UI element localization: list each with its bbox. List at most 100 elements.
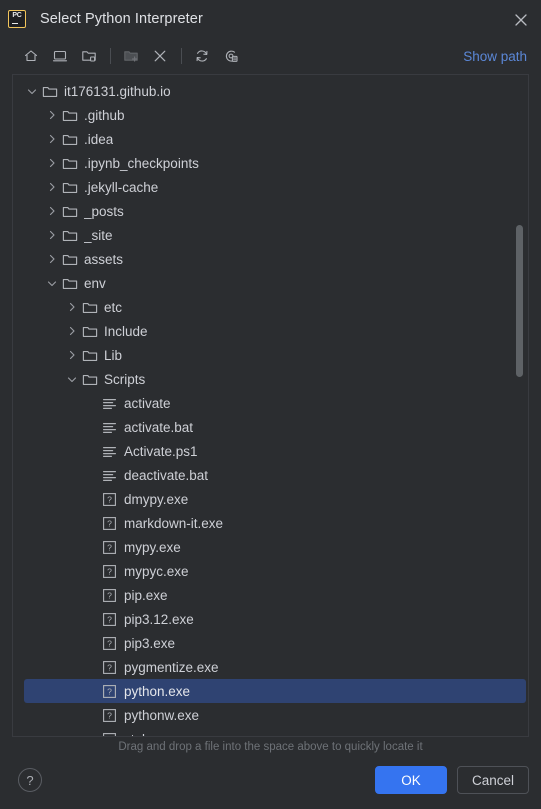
- help-button[interactable]: ?: [18, 768, 42, 792]
- chevron-right-icon[interactable]: [44, 107, 60, 123]
- svg-text:?: ?: [107, 518, 112, 528]
- tree-row[interactable]: activate: [13, 391, 528, 415]
- tree-row[interactable]: assets: [13, 247, 528, 271]
- unknown-file-icon: ?: [101, 635, 118, 651]
- tree-row[interactable]: Include: [13, 319, 528, 343]
- tree-row[interactable]: ? markdown-it.exe: [13, 511, 528, 535]
- select-interpreter-dialog: PC Select Python Interpreter Show path i…: [0, 0, 541, 809]
- tree-row[interactable]: etc: [13, 295, 528, 319]
- folder-icon: [61, 107, 78, 123]
- dialog-title: Select Python Interpreter: [40, 11, 203, 27]
- tree-row[interactable]: ? pythonw.exe: [13, 703, 528, 727]
- tree-row[interactable]: Activate.ps1: [13, 439, 528, 463]
- chevron-right-icon[interactable]: [44, 131, 60, 147]
- tree-row[interactable]: Scripts: [13, 367, 528, 391]
- tree-row[interactable]: ? mypy.exe: [13, 535, 528, 559]
- unknown-file-icon: ?: [101, 731, 118, 736]
- tree-row-label: etc: [104, 299, 123, 315]
- folder-icon: [61, 227, 78, 243]
- tree-row-label: .idea: [84, 131, 114, 147]
- chevron-down-icon[interactable]: [24, 83, 40, 99]
- ok-button[interactable]: OK: [374, 766, 447, 794]
- unknown-file-icon: ?: [101, 491, 118, 507]
- chevron-down-icon[interactable]: [44, 275, 60, 291]
- tree-row[interactable]: it176131.github.io: [13, 79, 528, 103]
- tree-row[interactable]: ? pygmentize.exe: [13, 655, 528, 679]
- show-path-link[interactable]: Show path: [463, 49, 529, 64]
- text-file-icon: [101, 443, 118, 459]
- folder-icon: [61, 203, 78, 219]
- chevron-right-icon[interactable]: [64, 347, 80, 363]
- chevron-down-icon[interactable]: [64, 371, 80, 387]
- tree-row[interactable]: .github: [13, 103, 528, 127]
- tree-row[interactable]: ? pip3.exe: [13, 631, 528, 655]
- desktop-icon[interactable]: [47, 43, 73, 69]
- chevron-right-icon[interactable]: [64, 299, 80, 315]
- file-tree-panel: it176131.github.io .github .idea .ipynb_che…: [12, 74, 529, 737]
- tree-row[interactable]: ? mypyc.exe: [13, 559, 528, 583]
- tree-row[interactable]: deactivate.bat: [13, 463, 528, 487]
- tree-row[interactable]: activate.bat: [13, 415, 528, 439]
- tree-row-label: pip3.12.exe: [124, 611, 194, 627]
- tree-row[interactable]: env: [13, 271, 528, 295]
- text-file-icon: [101, 419, 118, 435]
- tree-row[interactable]: ? pip.exe: [13, 583, 528, 607]
- tree-row[interactable]: .jekyll-cache: [13, 175, 528, 199]
- chevron-right-icon[interactable]: [44, 179, 60, 195]
- tree-row-label: markdown-it.exe: [124, 515, 224, 531]
- folder-icon: [61, 179, 78, 195]
- unknown-file-icon: ?: [101, 587, 118, 603]
- tree-row-label: pip.exe: [124, 587, 168, 603]
- chevron-right-icon[interactable]: [44, 155, 60, 171]
- tree-row-label: activate: [124, 395, 171, 411]
- tree-row-label: _site: [84, 227, 113, 243]
- unknown-file-icon: ?: [101, 563, 118, 579]
- svg-text:?: ?: [107, 494, 112, 504]
- separator-1: [110, 48, 111, 64]
- tree-row-label: mypyc.exe: [124, 563, 189, 579]
- drag-drop-hint: Drag and drop a file into the space abov…: [118, 741, 423, 753]
- tree-row-label: .jekyll-cache: [84, 179, 159, 195]
- folder-icon: [61, 275, 78, 291]
- folder-icon: [41, 83, 58, 99]
- chevron-right-icon[interactable]: [64, 323, 80, 339]
- unknown-file-icon: ?: [101, 515, 118, 531]
- tree-row-label: activate.bat: [124, 419, 194, 435]
- tree-row[interactable]: ? python.exe: [24, 679, 526, 703]
- tree-scrollbar-thumb[interactable]: [516, 225, 523, 377]
- folder-icon: [81, 371, 98, 387]
- tree-row[interactable]: ? dmypy.exe: [13, 487, 528, 511]
- folder-icon: [61, 155, 78, 171]
- svg-text:?: ?: [107, 638, 112, 648]
- tree-row[interactable]: Lib: [13, 343, 528, 367]
- svg-text:?: ?: [107, 590, 112, 600]
- tree-row[interactable]: _site: [13, 223, 528, 247]
- tree-scrollbar[interactable]: [516, 75, 526, 736]
- unknown-file-icon: ?: [101, 611, 118, 627]
- tree-row-label: .ipynb_checkpoints: [84, 155, 199, 171]
- tree-row[interactable]: .idea: [13, 127, 528, 151]
- home-icon[interactable]: [18, 43, 44, 69]
- tree-row[interactable]: ? stubgen.exe: [13, 727, 528, 736]
- tree-row[interactable]: .ipynb_checkpoints: [13, 151, 528, 175]
- chevron-right-icon[interactable]: [44, 251, 60, 267]
- tree-row-label: pygmentize.exe: [124, 659, 219, 675]
- show-hidden-icon[interactable]: [218, 43, 244, 69]
- svg-text:?: ?: [107, 734, 112, 736]
- project-folder-icon[interactable]: [76, 43, 102, 69]
- tree-row[interactable]: _posts: [13, 199, 528, 223]
- chevron-right-icon[interactable]: [44, 203, 60, 219]
- unknown-file-icon: ?: [101, 683, 118, 699]
- svg-text:?: ?: [107, 566, 112, 576]
- file-tree[interactable]: it176131.github.io .github .idea .ipynb_che…: [13, 75, 528, 736]
- chevron-right-icon[interactable]: [44, 227, 60, 243]
- svg-text:?: ?: [107, 662, 112, 672]
- cancel-button[interactable]: Cancel: [456, 766, 529, 794]
- tree-row-label: assets: [84, 251, 124, 267]
- delete-icon[interactable]: [147, 43, 173, 69]
- tree-row-label: _posts: [84, 203, 124, 219]
- svg-text:?: ?: [107, 710, 112, 720]
- refresh-icon[interactable]: [189, 43, 215, 69]
- tree-row[interactable]: ? pip3.12.exe: [13, 607, 528, 631]
- close-icon[interactable]: [509, 8, 533, 32]
